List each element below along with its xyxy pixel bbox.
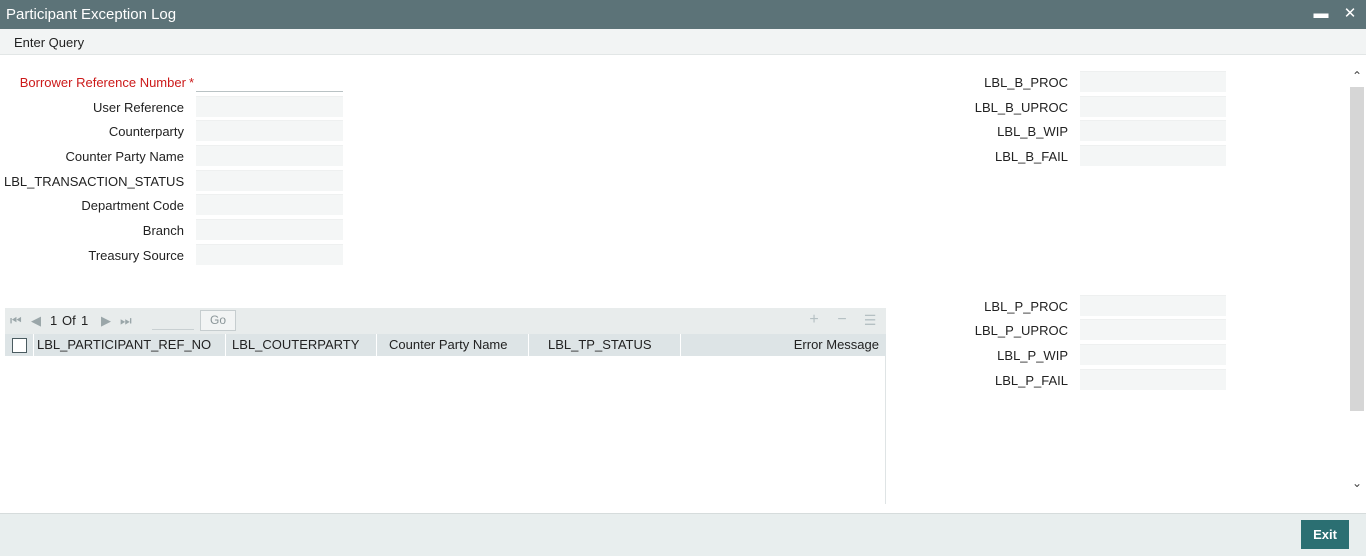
borrower-reference-number-label-text: Borrower Reference Number <box>19 75 186 90</box>
exit-button[interactable]: Exit <box>1301 520 1349 549</box>
next-page-icon[interactable]: ▶ <box>101 313 111 329</box>
user-reference-input[interactable] <box>196 96 343 117</box>
p-proc-input[interactable] <box>1080 295 1226 316</box>
select-all-checkbox[interactable] <box>12 338 27 353</box>
column-header-error-message[interactable]: Error Message <box>681 334 886 356</box>
list-view-icon[interactable]: ☰ <box>861 311 879 329</box>
current-page: 1 <box>50 313 58 328</box>
last-page-icon[interactable]: ⏭ <box>120 313 132 329</box>
b-wip-input[interactable] <box>1080 120 1226 141</box>
footer-bar: Exit <box>0 513 1366 556</box>
department-code-input[interactable] <box>196 194 343 215</box>
grid-toolbar: ⏮ ◀ 1 Of 1 ▶ ⏭ Go + − ☰ <box>5 308 886 334</box>
branch-label: Branch <box>142 223 184 238</box>
first-page-icon[interactable]: ⏮ <box>10 313 22 329</box>
counterparty-label: Counterparty <box>108 124 184 139</box>
exception-grid: ⏮ ◀ 1 Of 1 ▶ ⏭ Go + − ☰ LBL_PARTICIPANT_… <box>5 308 886 504</box>
main-content: Borrower Reference Number * User Referenc… <box>0 55 1348 513</box>
select-all-cell <box>5 334 34 356</box>
b-fail-input[interactable] <box>1080 145 1226 166</box>
column-header-participant-ref-no[interactable]: LBL_PARTICIPANT_REF_NO <box>34 334 226 356</box>
b-uproc-input[interactable] <box>1080 96 1226 117</box>
user-reference-label: User Reference <box>92 100 184 115</box>
of-label: Of <box>62 313 76 328</box>
vertical-scrollbar[interactable]: ⌃ ⌄ <box>1348 55 1366 513</box>
p-wip-input[interactable] <box>1080 344 1226 365</box>
counter-party-name-label: Counter Party Name <box>65 149 185 164</box>
treasury-source-label: Treasury Source <box>88 248 184 263</box>
p-wip-label: LBL_P_WIP <box>997 348 1068 363</box>
counterparty-input[interactable] <box>196 120 343 141</box>
transaction-status-label: LBL_TRANSACTION_STATUS <box>4 174 185 189</box>
prev-page-icon[interactable]: ◀ <box>31 313 41 329</box>
close-icon[interactable]: ✕ <box>1340 3 1360 25</box>
column-header-couterparty[interactable]: LBL_COUTERPARTY <box>226 334 377 356</box>
p-fail-label: LBL_P_FAIL <box>995 373 1068 388</box>
counter-party-name-input[interactable] <box>196 145 343 166</box>
minimize-icon[interactable]: ▬ <box>1311 3 1331 25</box>
b-proc-label: LBL_B_PROC <box>984 75 1068 90</box>
b-wip-label: LBL_B_WIP <box>997 124 1068 139</box>
department-code-label: Department Code <box>81 198 184 213</box>
required-mark: * <box>188 75 194 90</box>
delete-row-icon[interactable]: − <box>833 311 851 329</box>
borrower-reference-number-input[interactable] <box>196 71 343 92</box>
p-uproc-label: LBL_P_UPROC <box>974 323 1068 338</box>
window-title: Participant Exception Log <box>6 6 177 23</box>
b-proc-input[interactable] <box>1080 71 1226 92</box>
p-uproc-input[interactable] <box>1080 319 1226 340</box>
enter-query-button[interactable]: Enter Query <box>14 35 84 50</box>
menu-bar: Enter Query <box>0 29 1366 55</box>
p-fail-input[interactable] <box>1080 369 1226 390</box>
borrower-reference-number-label: Borrower Reference Number * <box>4 75 194 90</box>
branch-input[interactable] <box>196 219 343 240</box>
add-row-icon[interactable]: + <box>805 311 823 329</box>
transaction-status-input[interactable] <box>196 170 343 191</box>
column-header-counter-party-name[interactable]: Counter Party Name <box>377 334 529 356</box>
scroll-up-icon[interactable]: ⌃ <box>1348 67 1366 85</box>
scroll-down-icon[interactable]: ⌄ <box>1348 474 1366 492</box>
page-number-input[interactable] <box>152 313 194 330</box>
p-proc-label: LBL_P_PROC <box>984 299 1068 314</box>
total-pages: 1 <box>81 313 89 328</box>
treasury-source-input[interactable] <box>196 244 343 265</box>
column-header-tp-status[interactable]: LBL_TP_STATUS <box>529 334 681 356</box>
b-uproc-label: LBL_B_UPROC <box>974 100 1068 115</box>
title-bar: Participant Exception Log ▬ ✕ <box>0 0 1366 29</box>
go-button[interactable]: Go <box>200 310 236 331</box>
scroll-thumb[interactable] <box>1350 87 1364 411</box>
b-fail-label: LBL_B_FAIL <box>995 149 1068 164</box>
grid-header: LBL_PARTICIPANT_REF_NO LBL_COUTERPARTY C… <box>5 334 886 356</box>
